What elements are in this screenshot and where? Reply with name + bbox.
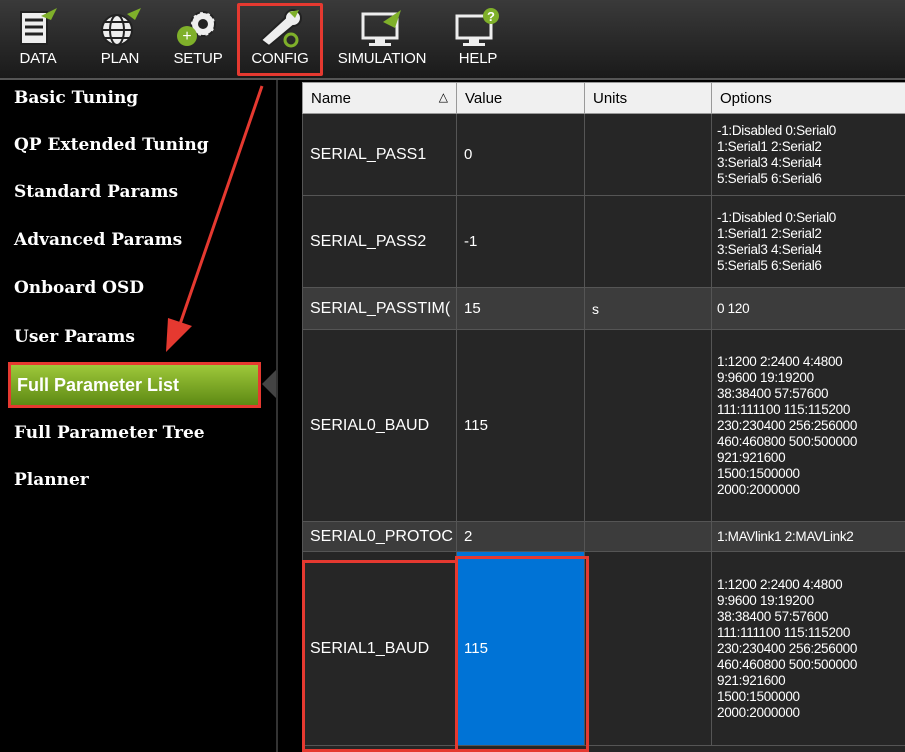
monitor-help-icon: ? [455,8,499,46]
option-line: 460:460800 500:500000 [717,656,858,672]
option-line: 111:111100 115:115200 [717,624,851,640]
table-row[interactable]: SERIAL0_PROTOC 2 1:MAVlink1 2:MAVLink2 [302,521,905,552]
option-line: 9:9600 19:19200 [717,592,814,608]
option-line: 38:38400 57:57600 [717,385,829,401]
sidebar-item-full-parameter-list[interactable]: Full Parameter List [8,362,261,408]
sidebar-item-standard-params[interactable]: Standard Params [14,182,178,202]
top-toolbar: DATA PLAN + SETUP CONFIG SIMULATION ? HE… [0,0,905,80]
option-line: 1:1200 2:2400 4:4800 [717,576,843,592]
sidebar-item-planner[interactable]: Planner [14,470,89,490]
sidebar-item-full-parameter-tree[interactable]: Full Parameter Tree [14,423,205,443]
sidebar-item-onboard-osd[interactable]: Onboard OSD [14,278,144,298]
param-units-cell: s [584,287,712,330]
option-line: 1:Serial1 2:Serial2 [717,138,822,154]
sidebar-item-user-params[interactable]: User Params [14,327,135,347]
param-value-cell[interactable]: -1 [456,195,585,288]
svg-text:?: ? [487,9,495,24]
sidebar-item-qp-extended-tuning[interactable]: QP Extended Tuning [14,135,209,155]
option-line: 0 120 [717,300,750,316]
option-line: 1:MAVlink1 2:MAVLink2 [717,528,854,544]
option-line: 9:9600 19:19200 [717,369,814,385]
table-row[interactable]: SERIAL_PASS2 -1 -1:Disabled 0:Serial0 1:Ser… [302,195,905,288]
param-options-cell: 1:1200 2:2400 4:4800 9:9600 19:19200 38:38… [711,329,905,522]
param-name-cell: SERIAL0_BAUD [302,329,457,522]
param-units-cell [584,113,712,196]
param-units-cell [584,329,712,522]
help-label: HELP [458,50,498,67]
param-units-cell [584,551,712,746]
config-sidebar: Basic Tuning QP Extended Tuning Standard… [0,80,278,752]
param-name-cell: SERIAL_PASS2 [302,195,457,288]
option-line: 1500:1500000 [717,465,800,481]
param-options-cell: 0 120 [711,287,905,330]
param-units-cell [584,195,712,288]
option-line: 5:Serial5 6:Serial6 [717,170,822,186]
simulation-label: SIMULATION [337,50,427,67]
option-line: 230:230400 256:256000 [717,640,858,656]
sidebar-item-advanced-params[interactable]: Advanced Params [14,230,182,250]
param-options-cell: -1:Disabled 0:Serial0 1:Serial1 2:Serial2… [711,113,905,196]
sidebar-divider [276,80,278,752]
option-line: -1:Disabled 0:Serial0 [717,209,837,225]
option-line: 111:111100 115:115200 [717,401,851,417]
option-line: 921:921600 [717,672,786,688]
option-line: 2000:2000000 [717,481,800,497]
option-line: 230:230400 256:256000 [717,417,858,433]
param-name-cell: SERIAL0_PROTOC [302,521,457,552]
table-row[interactable]: SERIAL0_BAUD 115 1:1200 2:2400 4:4800 9:960… [302,329,905,522]
help-button[interactable]: ? HELP [450,6,506,72]
option-line: 38:38400 57:57600 [717,608,829,624]
data-label: DATA [19,50,57,67]
option-line: 3:Serial3 4:Serial4 [717,154,822,170]
parameter-table: Name △ Value Units Options SERIAL_PASS1 0-… [302,82,905,746]
param-value-cell[interactable]: 0 [456,113,585,196]
gears-icon: + [177,11,216,46]
monitor-plane-icon [361,10,401,46]
table-row[interactable]: SERIAL1_BAUD 115 1:1200 2:2400 4:4800 9:960… [302,551,905,746]
option-line: 5:Serial5 6:Serial6 [717,257,822,273]
param-options-cell: 1:1200 2:2400 4:4800 9:9600 19:19200 38:38… [711,551,905,746]
param-options-cell: 1:MAVlink1 2:MAVLink2 [711,521,905,552]
option-line: 1:Serial1 2:Serial2 [717,225,822,241]
data-icon [20,8,57,45]
param-value-cell[interactable]: 2 [456,521,585,552]
table-row[interactable]: SERIAL_PASS1 0 -1:Disabled 0:Serial0 1:Seri… [302,113,905,196]
option-line: -1:Disabled 0:Serial0 [717,122,837,138]
parameter-table-container: Name △ Value Units Options SERIAL_PASS1 0-… [302,82,905,752]
param-units-cell [584,521,712,552]
option-line: 1:1200 2:2400 4:4800 [717,353,843,369]
param-value-cell[interactable]: 115 [456,551,585,746]
active-item-pointer [262,370,276,398]
globe-icon [101,8,141,46]
option-line: 921:921600 [717,449,786,465]
option-line: 1500:1500000 [717,688,800,704]
param-name-cell: SERIAL1_BAUD [302,551,457,746]
option-line: 460:460800 500:500000 [717,433,858,449]
plan-button[interactable]: PLAN [92,6,148,72]
column-header-name[interactable]: Name △ [302,82,457,114]
sort-ascending-icon: △ [438,89,448,104]
svg-text:+: + [182,28,191,45]
param-options-cell: -1:Disabled 0:Serial0 1:Serial1 2:Serial2… [711,195,905,288]
param-value-cell[interactable]: 115 [456,329,585,522]
config-highlight-box [237,3,323,76]
param-name-cell: SERIAL_PASSTIM( [302,287,457,330]
plan-label: PLAN [100,50,140,67]
setup-label: SETUP [173,50,223,67]
sidebar-item-label: Full Parameter List [17,375,180,395]
option-line: 3:Serial3 4:Serial4 [717,241,822,257]
column-header-value[interactable]: Value [456,82,585,114]
simulation-button[interactable]: SIMULATION [328,6,436,72]
sidebar-item-basic-tuning[interactable]: Basic Tuning [14,88,138,108]
setup-button[interactable]: + SETUP [168,6,228,72]
table-row[interactable]: SERIAL_PASSTIM(15 s 0 120 [302,287,905,330]
option-line: 2000:2000000 [717,704,800,720]
param-value-cell[interactable]: 15 [456,287,585,330]
param-name-cell: SERIAL_PASS1 [302,113,457,196]
column-header-units[interactable]: Units [584,82,712,114]
column-header-options[interactable]: Options [711,82,905,114]
data-button[interactable]: DATA [10,6,66,72]
